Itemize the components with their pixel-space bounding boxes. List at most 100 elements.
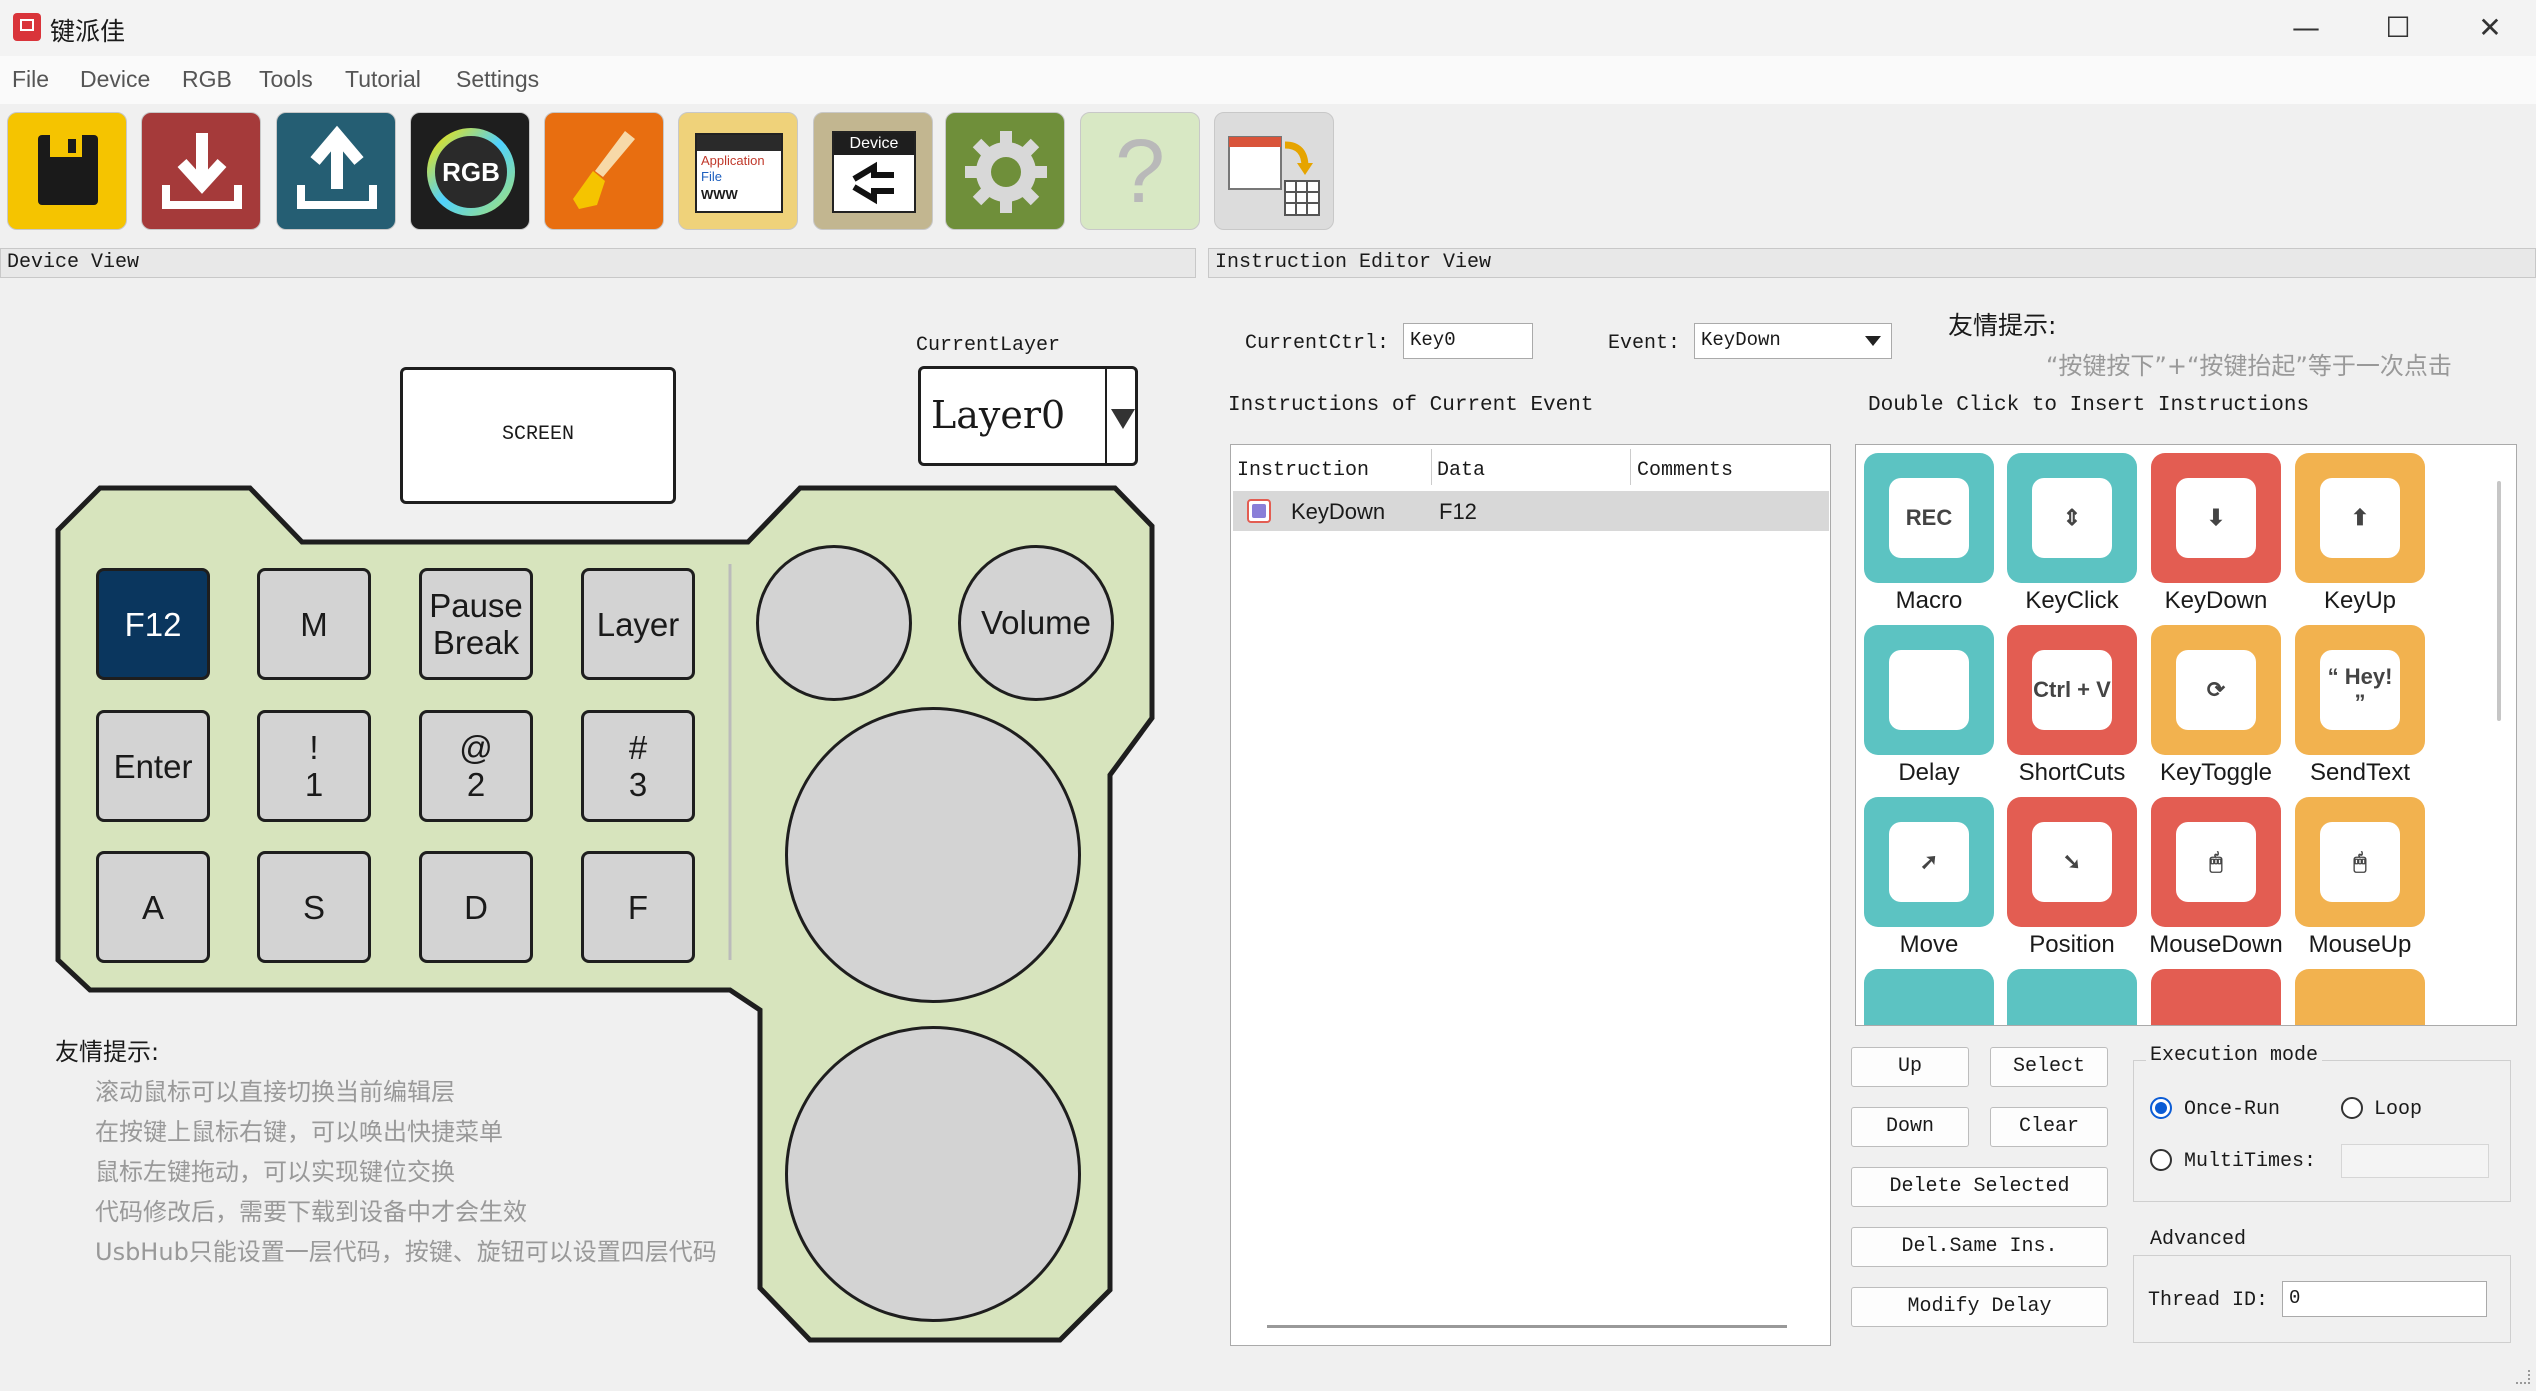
instructions-title: Instructions of Current Event [1228,394,1594,417]
current-ctrl-label: CurrentCtrl: [1245,332,1390,355]
knob-large-bottom[interactable] [785,1026,1081,1322]
key-up-icon: ⬆ [2320,478,2400,558]
knob-small-left[interactable] [756,545,912,701]
application-button[interactable]: Application File WWW [678,112,798,230]
settings-button[interactable] [945,112,1065,230]
thread-id-field[interactable]: 0 [2282,1281,2487,1317]
instruction-palette[interactable]: REC Macro ⇕ KeyClick ⬇ KeyDown ⬆ KeyUp Delay Ctrl… [1855,444,2517,1026]
maximize-button[interactable]: ☐ [2368,6,2428,50]
tile-label: KeyToggle [2159,759,2273,786]
key-down-row-icon [1247,499,1271,523]
window-icon [1228,136,1320,216]
execution-mode-group [2133,1060,2511,1202]
partial-tile[interactable] [2295,969,2425,1025]
column-comments[interactable]: Comments [1637,459,1733,482]
window-layout-button[interactable] [1214,112,1334,230]
key-f12[interactable]: F12 [96,568,210,680]
menu-device[interactable]: Device [80,66,150,93]
del-same-ins-button[interactable]: Del.Same Ins. [1851,1227,2108,1267]
device-icon-label: Device [834,133,914,155]
tile-delay[interactable] [1864,625,1994,755]
column-instruction[interactable]: Instruction [1237,459,1369,482]
once-run-label: Once-Run [2184,1098,2281,1121]
up-button[interactable]: Up [1851,1047,1969,1087]
tile-label: MouseDown [2149,931,2283,958]
tile-mouseup[interactable]: 🖱 [2295,797,2425,927]
tile-keytoggle[interactable]: ⟳ [2151,625,2281,755]
key-enter[interactable]: Enter [96,710,210,822]
table-row[interactable]: KeyDown F12 [1233,491,1829,531]
brush-button[interactable] [544,112,664,230]
tile-label: Move [1899,931,1959,958]
tile-mousedown[interactable]: 🖱 [2151,797,2281,927]
insert-title: Double Click to Insert Instructions [1868,394,2310,417]
tile-position[interactable]: ➘ [2007,797,2137,927]
tile-label: Delay [1898,759,1960,786]
knob-volume[interactable]: Volume [958,545,1114,701]
resize-grip-icon[interactable] [2516,1370,2530,1384]
row-instruction: KeyDown [1291,499,1386,524]
key-s[interactable]: S [257,851,371,963]
partial-tile[interactable] [2007,969,2137,1025]
key-layer[interactable]: Layer [581,568,695,680]
close-button[interactable]: ✕ [2460,6,2520,50]
menu-tutorial[interactable]: Tutorial [345,66,421,93]
current-ctrl-field[interactable]: Key0 [1403,323,1533,359]
tile-label: KeyUp [2323,587,2397,614]
clear-button[interactable]: Clear [1990,1107,2108,1147]
tile-sendtext[interactable]: “ Hey! ” [2295,625,2425,755]
event-value: KeyDown [1701,329,1781,351]
tile-keydown[interactable]: ⬇ [2151,453,2281,583]
tile-keyclick[interactable]: ⇕ [2007,453,2137,583]
tile-shortcuts[interactable]: Ctrl + V [2007,625,2137,755]
tile-keyup[interactable]: ⬆ [2295,453,2425,583]
menu-file[interactable]: File [12,66,49,93]
event-select[interactable]: KeyDown [1694,323,1892,359]
tile-move[interactable]: ➚ [1864,797,1994,927]
partial-tile[interactable] [1864,969,1994,1025]
knob-large-top[interactable] [785,707,1081,1003]
modify-delay-button[interactable]: Modify Delay [1851,1287,2108,1327]
upload-button[interactable] [276,112,396,230]
key-2[interactable]: @ 2 [419,710,533,822]
key-pause-break[interactable]: Pause Break [419,568,533,680]
menu-settings[interactable]: Settings [456,66,539,93]
key-3[interactable]: # 3 [581,710,695,822]
save-button[interactable] [7,112,127,230]
once-run-radio[interactable] [2150,1097,2172,1119]
help-button[interactable]: ? [1080,112,1200,230]
horizontal-scrollbar[interactable] [1267,1325,1787,1328]
select-button[interactable]: Select [1990,1047,2108,1087]
menu-rgb[interactable]: RGB [182,66,232,93]
tile-label: KeyClick [2025,587,2119,614]
partial-tile[interactable] [2151,969,2281,1025]
key-m[interactable]: M [257,568,371,680]
tile-label: ShortCuts [2018,759,2126,786]
minimize-button[interactable]: — [2276,6,2336,50]
key-1[interactable]: ! 1 [257,710,371,822]
instruction-table[interactable]: Instruction Data Comments KeyDown F12 [1230,444,1831,1346]
key-f[interactable]: F [581,851,695,963]
vertical-scrollbar[interactable] [2497,481,2501,721]
loop-radio[interactable] [2341,1097,2363,1119]
download-button[interactable] [141,112,261,230]
rgb-icon: RGB [427,128,515,216]
event-label: Event: [1608,332,1681,355]
device-button[interactable]: Device [813,112,933,230]
key-down-icon: ⬇ [2176,478,2256,558]
multitimes-radio[interactable] [2150,1149,2172,1171]
current-layer-select[interactable]: Layer0 [918,366,1138,466]
menu-tools[interactable]: Tools [259,66,313,93]
tile-label: Macro [1895,587,1963,614]
rgb-button[interactable]: RGB [410,112,530,230]
key-a[interactable]: A [96,851,210,963]
multitimes-field[interactable] [2341,1144,2489,1178]
key-d[interactable]: D [419,851,533,963]
instruction-editor-header: Instruction Editor View [1208,248,2536,278]
position-cursor-icon: ➘ [2032,822,2112,902]
tile-macro[interactable]: REC [1864,453,1994,583]
down-button[interactable]: Down [1851,1107,1969,1147]
column-data[interactable]: Data [1437,459,1485,482]
tile-label: Position [2029,931,2115,958]
delete-selected-button[interactable]: Delete Selected [1851,1167,2108,1207]
